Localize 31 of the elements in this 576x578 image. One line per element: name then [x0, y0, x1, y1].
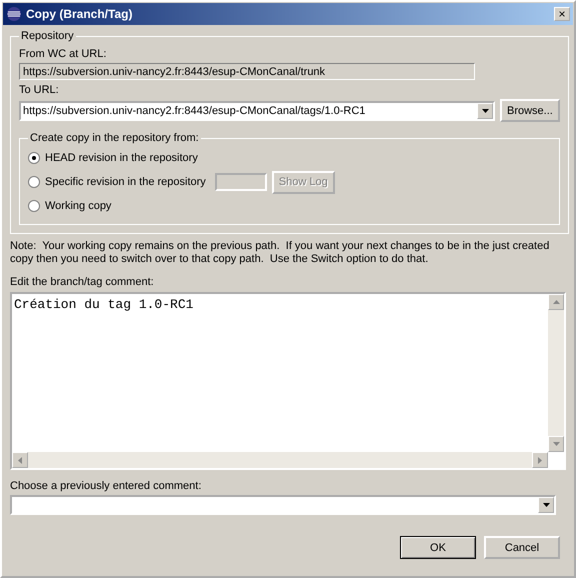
group-title: Repository — [20, 30, 75, 42]
field-label: Choose a previously entered comment: — [10, 480, 202, 492]
previous-comment-combo[interactable] — [10, 495, 556, 515]
scroll-left-icon[interactable] — [12, 452, 28, 468]
field-label: To URL: — [19, 84, 60, 96]
option-label: Working copy — [45, 200, 112, 212]
radio-button[interactable] — [28, 152, 40, 164]
scroll-down-icon[interactable] — [548, 436, 564, 452]
close-button[interactable]: × — [554, 7, 570, 21]
comment-text: Création du tag 1.0-RC1 — [13, 296, 194, 314]
field-label: From WC at URL: — [19, 48, 108, 60]
vertical-scrollbar[interactable] — [548, 294, 564, 452]
field-label: Edit the branch/tag comment: — [10, 276, 155, 288]
from-url-field[interactable]: https://subversion.univ-nancy2.fr:8443/esup-CMonCanal/trunk — [19, 63, 475, 80]
radio-button[interactable] — [28, 200, 40, 212]
to-url-combo[interactable]: https://subversion.univ-nancy2.fr:8443/esup-CMonCanal/tags/1.0-RC1 — [19, 100, 495, 120]
caret-icon — [542, 503, 550, 507]
horizontal-scrollbar[interactable] — [12, 452, 548, 468]
window-title: Copy (Branch/Tag) — [26, 7, 134, 21]
option-label: HEAD revision in the repository — [45, 152, 198, 164]
scroll-right-icon[interactable] — [532, 452, 548, 468]
option-label: Specific revision in the repository — [45, 176, 206, 188]
dialog-button[interactable]: OK — [400, 536, 476, 559]
caret-icon — [482, 108, 488, 112]
dialog-button[interactable]: Cancel — [484, 536, 560, 559]
group-title: Create copy in the repository from: — [29, 132, 200, 144]
note-text: Note: Your working copy remains on the previous path. If you want your next changes to be in the just created copy then you need to switch over to that copy path. Use the Switch option to do that. — [10, 240, 550, 266]
browse-button[interactable]: Browse... — [500, 99, 560, 122]
scroll-up-icon[interactable] — [548, 294, 564, 310]
eclipse-icon — [6, 6, 22, 22]
comment-text-area[interactable]: Création du tag 1.0-RC1 — [10, 292, 566, 470]
